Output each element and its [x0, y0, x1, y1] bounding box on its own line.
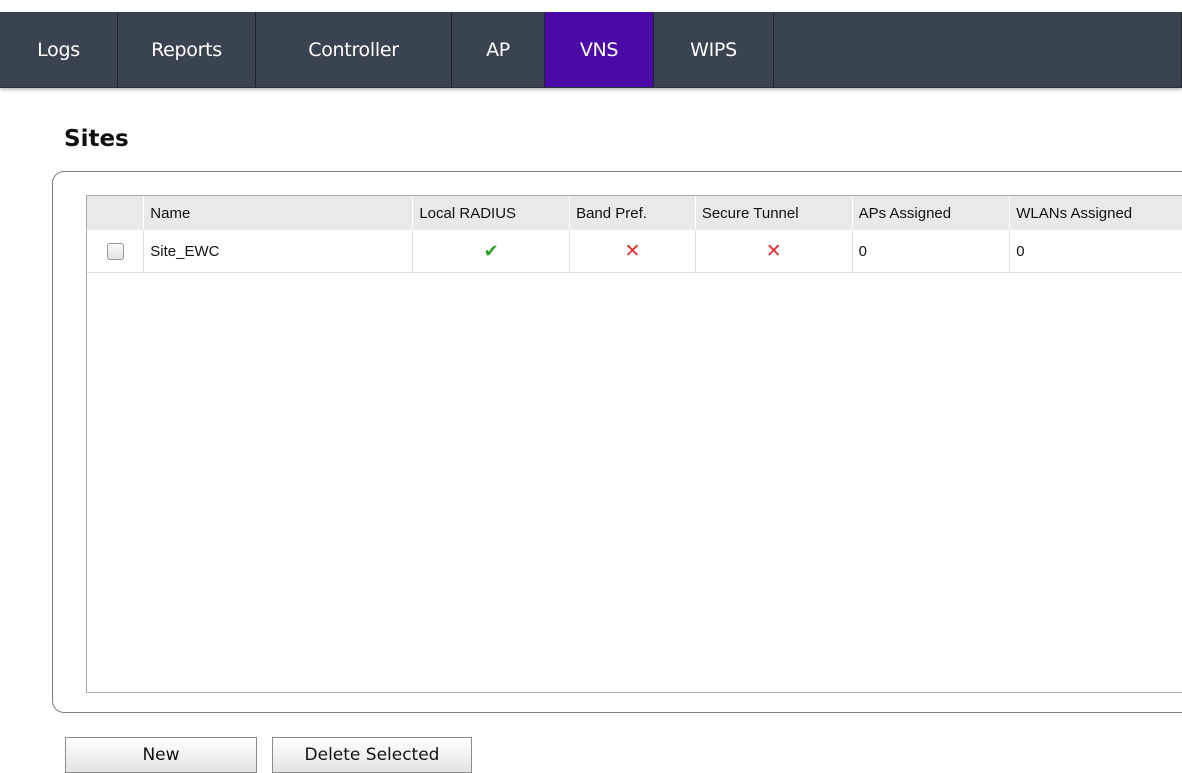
column-header-name[interactable]: Name — [143, 196, 414, 230]
tab-logs[interactable]: Logs — [0, 12, 118, 87]
site-name-cell[interactable]: Site_EWC — [143, 230, 414, 273]
table-row[interactable]: Site_EWC ✔ ✕ ✕ 0 0 — [87, 230, 1182, 273]
column-header-secure-tunnel[interactable]: Secure Tunnel — [695, 196, 853, 230]
tab-vns[interactable]: VNS — [545, 12, 654, 87]
column-header-band-pref[interactable]: Band Pref. — [569, 196, 696, 230]
sites-table-container: Name Local RADIUS Band Pref. Secure Tunn… — [86, 195, 1182, 693]
tab-controller[interactable]: Controller — [256, 12, 452, 87]
delete-selected-button[interactable]: Delete Selected — [272, 737, 472, 773]
column-header-aps-assigned[interactable]: APs Assigned — [852, 196, 1011, 230]
column-header-select — [87, 196, 145, 230]
aps-assigned-cell: 0 — [852, 230, 1011, 273]
row-select-checkbox[interactable] — [106, 242, 124, 260]
table-header-row: Name Local RADIUS Band Pref. Secure Tunn… — [87, 196, 1182, 230]
nav-filler — [774, 12, 1182, 87]
page-title: Sites — [64, 126, 129, 152]
top-navigation-bar: Logs Reports Controller AP VNS WIPS — [0, 12, 1182, 88]
tab-reports[interactable]: Reports — [118, 12, 256, 87]
local-radius-cell: ✔ — [412, 230, 571, 273]
wlans-assigned-cell: 0 — [1009, 230, 1182, 273]
tab-wips[interactable]: WIPS — [654, 12, 774, 87]
sites-table: Name Local RADIUS Band Pref. Secure Tunn… — [87, 196, 1182, 273]
column-header-wlans-assigned[interactable]: WLANs Assigned — [1009, 196, 1182, 230]
band-pref-cell: ✕ — [569, 230, 696, 273]
cross-icon: ✕ — [765, 240, 782, 262]
new-button[interactable]: New — [65, 737, 257, 773]
row-select-cell — [87, 230, 145, 273]
column-header-local-radius[interactable]: Local RADIUS — [412, 196, 571, 230]
tab-ap[interactable]: AP — [452, 12, 545, 87]
check-icon: ✔ — [483, 240, 499, 261]
secure-tunnel-cell: ✕ — [695, 230, 853, 273]
cross-icon: ✕ — [624, 240, 641, 262]
